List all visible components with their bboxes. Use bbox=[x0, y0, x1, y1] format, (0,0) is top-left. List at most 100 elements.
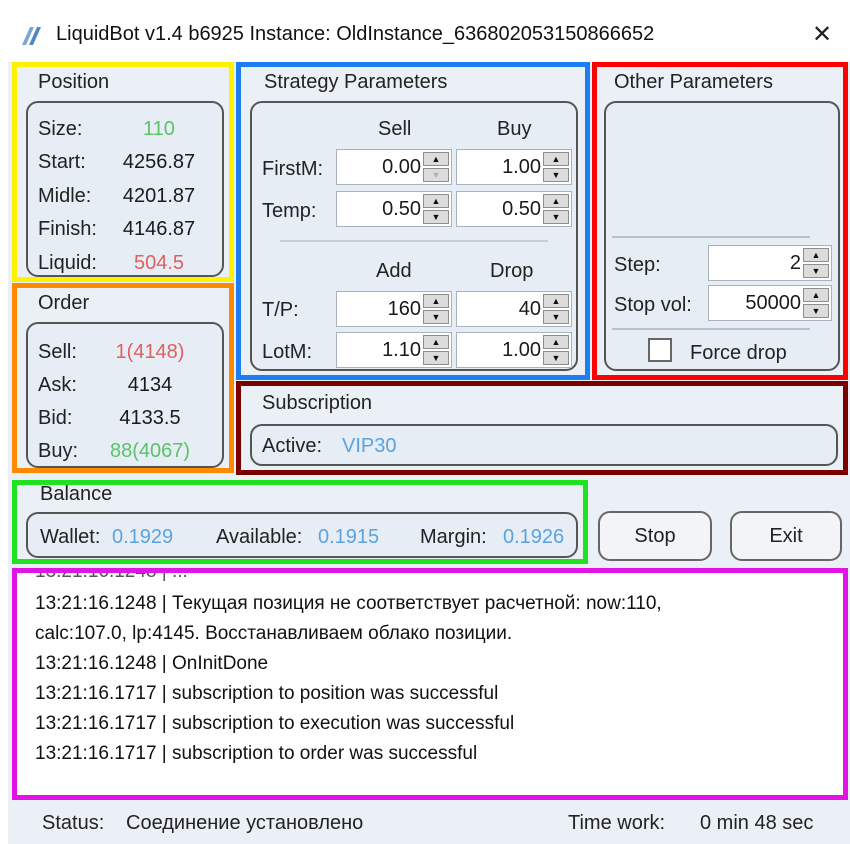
lotm-add-value: 1.10 bbox=[382, 339, 421, 361]
log-panel[interactable]: 13:21:16.1248 | ... 13:21:16.1248 | Теку… bbox=[12, 568, 848, 800]
decrement-arrow-icon[interactable]: ▼ bbox=[803, 264, 829, 278]
other-group-label: Other Parameters bbox=[614, 71, 773, 93]
order-group-label: Order bbox=[38, 292, 90, 314]
decrement-arrow-icon[interactable]: ▼ bbox=[543, 351, 569, 365]
stop-vol-value: 50000 bbox=[745, 292, 801, 314]
log-line-partial: 13:21:16.1248 | ... bbox=[35, 568, 188, 582]
exit-button[interactable]: Exit bbox=[730, 511, 842, 561]
decrement-arrow-icon[interactable]: ▼ bbox=[543, 210, 569, 224]
ask-value: 4134 bbox=[127, 374, 173, 396]
status-value: Соединение установлено bbox=[126, 812, 364, 834]
increment-arrow-icon[interactable]: ▲ bbox=[543, 194, 569, 208]
force-drop-checkbox[interactable] bbox=[648, 338, 672, 362]
col-add-header: Add bbox=[376, 260, 412, 282]
midle-label: Midle: bbox=[38, 185, 92, 207]
lotm-label: LotM: bbox=[262, 341, 313, 363]
bid-label: Bid: bbox=[38, 407, 73, 429]
sell-label: Sell: bbox=[38, 341, 77, 363]
firstm-sell-value: 0.00 bbox=[382, 156, 421, 178]
temp-buy-stepper[interactable]: 0.50 ▲ ▼ bbox=[456, 191, 572, 227]
tp-drop-value: 40 bbox=[518, 298, 541, 320]
step-value: 2 bbox=[789, 252, 801, 274]
start-label: Start: bbox=[38, 151, 86, 173]
position-group-label: Position bbox=[38, 71, 110, 93]
window-title: LiquidBot v1.4 b6925 Instance: OldInstan… bbox=[56, 23, 655, 45]
subscription-box bbox=[250, 424, 838, 466]
time-work-label: Time work: bbox=[568, 812, 666, 834]
increment-arrow-icon[interactable]: ▲ bbox=[803, 248, 829, 262]
midle-value: 4201.87 bbox=[122, 185, 196, 207]
log-line: calc:107.0, lp:4145. Восстанавливаем обл… bbox=[35, 623, 513, 644]
increment-arrow-icon[interactable]: ▲ bbox=[543, 152, 569, 166]
decrement-arrow-icon[interactable]: ▼ bbox=[543, 310, 569, 324]
firstm-buy-stepper[interactable]: 1.00 ▲ ▼ bbox=[456, 149, 572, 185]
size-value: 110 bbox=[143, 118, 175, 140]
temp-sell-stepper[interactable]: 0.50 ▲ ▼ bbox=[336, 191, 452, 227]
step-label: Step: bbox=[614, 254, 661, 276]
increment-arrow-icon[interactable]: ▲ bbox=[423, 194, 449, 208]
buy-label: Buy: bbox=[38, 440, 79, 462]
firstm-label: FirstM: bbox=[262, 158, 324, 180]
tp-add-stepper[interactable]: 160 ▲ ▼ bbox=[336, 291, 452, 327]
liquid-label: Liquid: bbox=[38, 252, 97, 274]
force-drop-label[interactable]: Force drop bbox=[690, 342, 787, 365]
col-drop-header: Drop bbox=[490, 260, 534, 282]
lotm-drop-stepper[interactable]: 1.00 ▲ ▼ bbox=[456, 332, 572, 368]
log-line: 13:21:16.1717 | subscription to executio… bbox=[35, 713, 515, 734]
increment-arrow-icon[interactable]: ▲ bbox=[423, 294, 449, 308]
bid-value: 4133.5 bbox=[119, 407, 181, 429]
step-stepper[interactable]: 2 ▲ ▼ bbox=[708, 245, 832, 281]
col-buy-header: Buy bbox=[497, 118, 532, 140]
margin-value: 0.1926 bbox=[503, 526, 565, 548]
strategy-divider bbox=[280, 240, 548, 242]
increment-arrow-icon[interactable]: ▲ bbox=[803, 288, 829, 302]
increment-arrow-icon[interactable]: ▲ bbox=[423, 335, 449, 349]
temp-sell-value: 0.50 bbox=[382, 198, 421, 220]
decrement-arrow-icon[interactable]: ▼ bbox=[423, 310, 449, 324]
col-sell-header: Sell bbox=[378, 118, 412, 140]
tp-drop-stepper[interactable]: 40 ▲ ▼ bbox=[456, 291, 572, 327]
tp-add-value: 160 bbox=[387, 298, 421, 320]
close-button[interactable]: ✕ bbox=[806, 20, 838, 52]
wallet-label: Wallet: bbox=[40, 526, 101, 548]
active-value: VIP30 bbox=[342, 435, 397, 457]
size-label: Size: bbox=[38, 118, 83, 140]
increment-arrow-icon[interactable]: ▲ bbox=[543, 294, 569, 308]
temp-buy-value: 0.50 bbox=[502, 198, 541, 220]
liquidbot-logo-icon bbox=[22, 27, 41, 45]
decrement-arrow-icon[interactable]: ▼ bbox=[423, 351, 449, 365]
ask-label: Ask: bbox=[38, 374, 77, 396]
firstm-sell-stepper[interactable]: 0.00 ▲ ▼ bbox=[336, 149, 452, 185]
sell-order-value: 1(4148) bbox=[115, 341, 185, 363]
increment-arrow-icon[interactable]: ▲ bbox=[543, 335, 569, 349]
decrement-arrow-icon[interactable]: ▼ bbox=[543, 168, 569, 182]
wallet-value: 0.1929 bbox=[112, 526, 174, 548]
margin-label: Margin: bbox=[420, 526, 487, 548]
finish-label: Finish: bbox=[38, 218, 97, 240]
decrement-arrow-icon[interactable]: ▼ bbox=[423, 168, 449, 182]
balance-group-label: Balance bbox=[40, 483, 113, 505]
tp-label: T/P: bbox=[262, 299, 299, 321]
temp-label: Temp: bbox=[262, 200, 317, 222]
stop-vol-stepper[interactable]: 50000 ▲ ▼ bbox=[708, 285, 832, 321]
time-work-value: 0 min 48 sec bbox=[700, 812, 814, 834]
increment-arrow-icon[interactable]: ▲ bbox=[423, 152, 449, 166]
other-divider-bottom bbox=[612, 328, 810, 330]
decrement-arrow-icon[interactable]: ▼ bbox=[803, 304, 829, 318]
subscription-group-label: Subscription bbox=[262, 392, 373, 414]
other-divider-top bbox=[612, 236, 810, 238]
log-line: 13:21:16.1248 | Текущая позиция не соотв… bbox=[35, 593, 662, 614]
lotm-drop-value: 1.00 bbox=[502, 339, 541, 361]
liquid-value: 504.5 bbox=[133, 252, 185, 274]
lotm-add-stepper[interactable]: 1.10 ▲ ▼ bbox=[336, 332, 452, 368]
strategy-group-label: Strategy Parameters bbox=[264, 71, 448, 93]
stop-button[interactable]: Stop bbox=[598, 511, 712, 561]
decrement-arrow-icon[interactable]: ▼ bbox=[423, 210, 449, 224]
status-label: Status: bbox=[42, 812, 105, 834]
finish-value: 4146.87 bbox=[122, 218, 196, 240]
firstm-buy-value: 1.00 bbox=[502, 156, 541, 178]
stop-vol-label: Stop vol: bbox=[614, 294, 692, 316]
log-line: 13:21:16.1717 | subscription to position… bbox=[35, 683, 499, 704]
strategy-box bbox=[250, 101, 578, 371]
start-value: 4256.87 bbox=[122, 151, 196, 173]
